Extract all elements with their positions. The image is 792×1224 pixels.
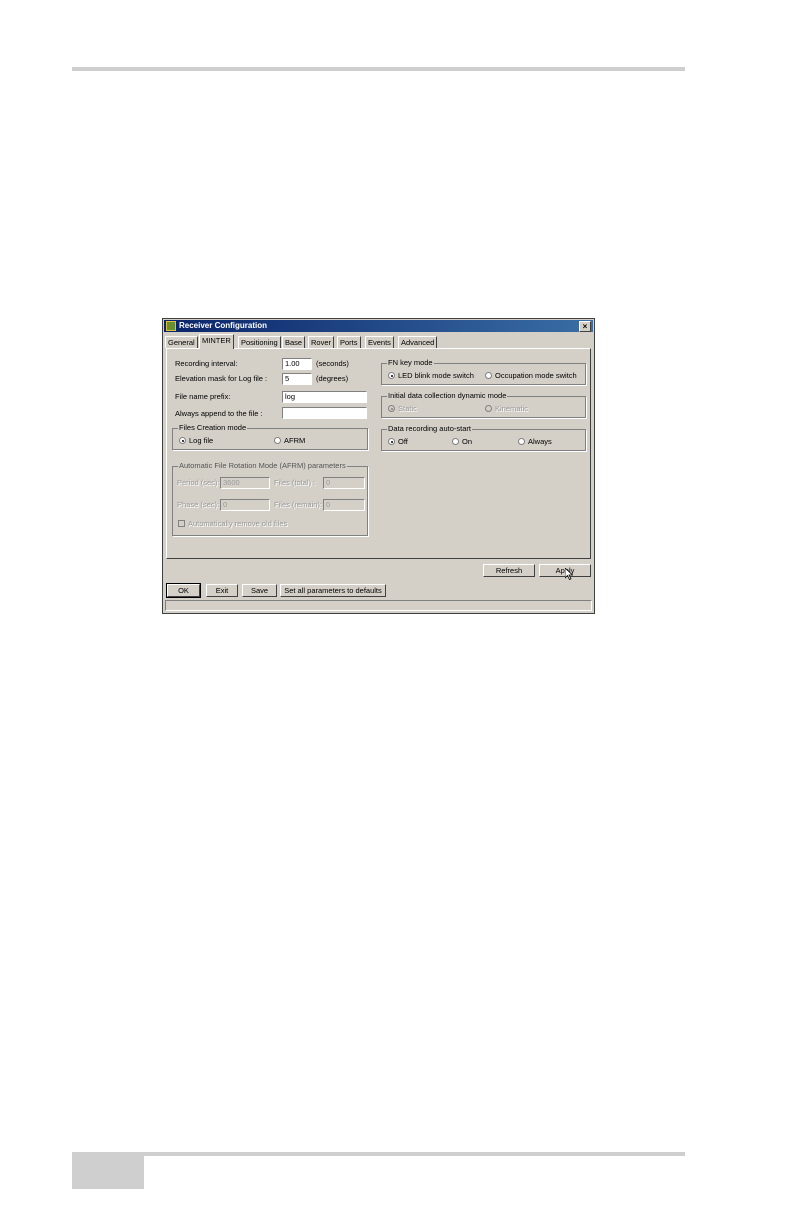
period-input[interactable]: 3600 [220, 477, 270, 489]
phase-label: Phase (sec): [177, 500, 220, 509]
initial-dynamic-mode-group: Initial data collection dynamic mode Sta… [381, 391, 586, 418]
log-file-label: Log file [189, 436, 214, 445]
window-title: Receiver Configuration [179, 321, 268, 330]
fn-key-mode-group: FN key mode LED blink mode switch Occupa… [381, 358, 586, 385]
led-blink-label: LED blink mode switch [398, 371, 474, 380]
files-total-input[interactable]: 0 [323, 477, 365, 489]
minter-panel: Recording interval: 1.00 (seconds) Eleva… [166, 348, 591, 559]
auto-start-on-radio[interactable] [452, 438, 459, 445]
set-defaults-button[interactable]: Set all parameters to defaults [280, 584, 386, 597]
kinematic-label: Kinematic [495, 404, 528, 413]
log-file-radio[interactable] [179, 437, 186, 444]
tab-minter[interactable]: MINTER [199, 334, 234, 349]
files-remain-input[interactable]: 0 [323, 499, 365, 511]
initial-dynamic-mode-title: Initial data collection dynamic mode [387, 391, 508, 400]
always-append-label: Always append to the file : [175, 409, 263, 418]
page-bottom-rule [72, 1152, 685, 1156]
elevation-mask-label: Elevation mask for Log file : [175, 374, 268, 383]
files-total-label: Files (total) : [274, 478, 316, 487]
files-creation-mode-group: Files Creation mode Log file AFRM [172, 423, 368, 450]
save-button[interactable]: Save [242, 584, 277, 597]
kinematic-radio[interactable] [485, 405, 492, 412]
receiver-configuration-window: Receiver Configuration × General MINTER … [162, 318, 595, 614]
static-radio[interactable] [388, 405, 395, 412]
afrm-radio[interactable] [274, 437, 281, 444]
exit-button[interactable]: Exit [206, 584, 238, 597]
afrm-label: AFRM [284, 436, 306, 445]
afrm-parameters-group: Automatic File Rotation Mode (AFRM) para… [172, 461, 368, 536]
recording-interval-label: Recording interval: [175, 359, 238, 368]
auto-start-always-label: Always [528, 437, 552, 446]
fn-key-mode-title: FN key mode [387, 358, 434, 367]
elevation-mask-input[interactable]: 5 [282, 373, 312, 385]
refresh-button[interactable]: Refresh [483, 564, 535, 577]
auto-start-off-label: Off [398, 437, 408, 446]
always-append-input[interactable] [282, 407, 367, 419]
recording-interval-unit: (seconds) [316, 359, 349, 368]
mouse-pointer-icon [565, 568, 573, 580]
auto-remove-checkbox[interactable] [178, 520, 185, 527]
page-footer-block [72, 1156, 144, 1189]
occupation-mode-label: Occupation mode switch [495, 371, 577, 380]
close-button[interactable]: × [579, 321, 591, 332]
file-prefix-label: File name prefix: [175, 392, 231, 401]
elevation-mask-unit: (degrees) [316, 374, 349, 383]
auto-start-on-label: On [462, 437, 473, 446]
auto-start-group: Data recording auto-start Off On Always [381, 424, 586, 451]
receiver-app-icon [166, 321, 176, 331]
auto-start-title: Data recording auto-start [387, 424, 472, 433]
page-top-rule [72, 67, 685, 71]
tab-positioning[interactable]: Positioning [238, 336, 281, 348]
title-bar[interactable]: Receiver Configuration × [164, 320, 593, 332]
ok-button[interactable]: OK [166, 583, 201, 598]
auto-remove-label: Automatically remove old files [188, 519, 288, 528]
auto-start-off-radio[interactable] [388, 438, 395, 445]
files-creation-mode-title: Files Creation mode [178, 423, 248, 432]
afrm-parameters-title: Automatic File Rotation Mode (AFRM) para… [178, 461, 347, 470]
tab-advanced[interactable]: Advanced [398, 336, 438, 348]
status-bar [165, 600, 592, 611]
recording-interval-input[interactable]: 1.00 [282, 358, 312, 370]
period-label: Period (sec): [177, 478, 220, 487]
occupation-mode-radio[interactable] [485, 372, 492, 379]
tab-rover[interactable]: Rover [308, 336, 335, 348]
tab-general[interactable]: General [165, 336, 198, 348]
tab-base[interactable]: Base [282, 336, 306, 348]
auto-start-always-radio[interactable] [518, 438, 525, 445]
led-blink-radio[interactable] [388, 372, 395, 379]
file-prefix-input[interactable]: log [282, 391, 367, 403]
tab-ports[interactable]: Ports [337, 336, 361, 348]
files-remain-label: Files (remain): [274, 500, 322, 509]
phase-input[interactable]: 0 [220, 499, 270, 511]
tab-events[interactable]: Events [365, 336, 394, 348]
static-label: Static [398, 404, 417, 413]
